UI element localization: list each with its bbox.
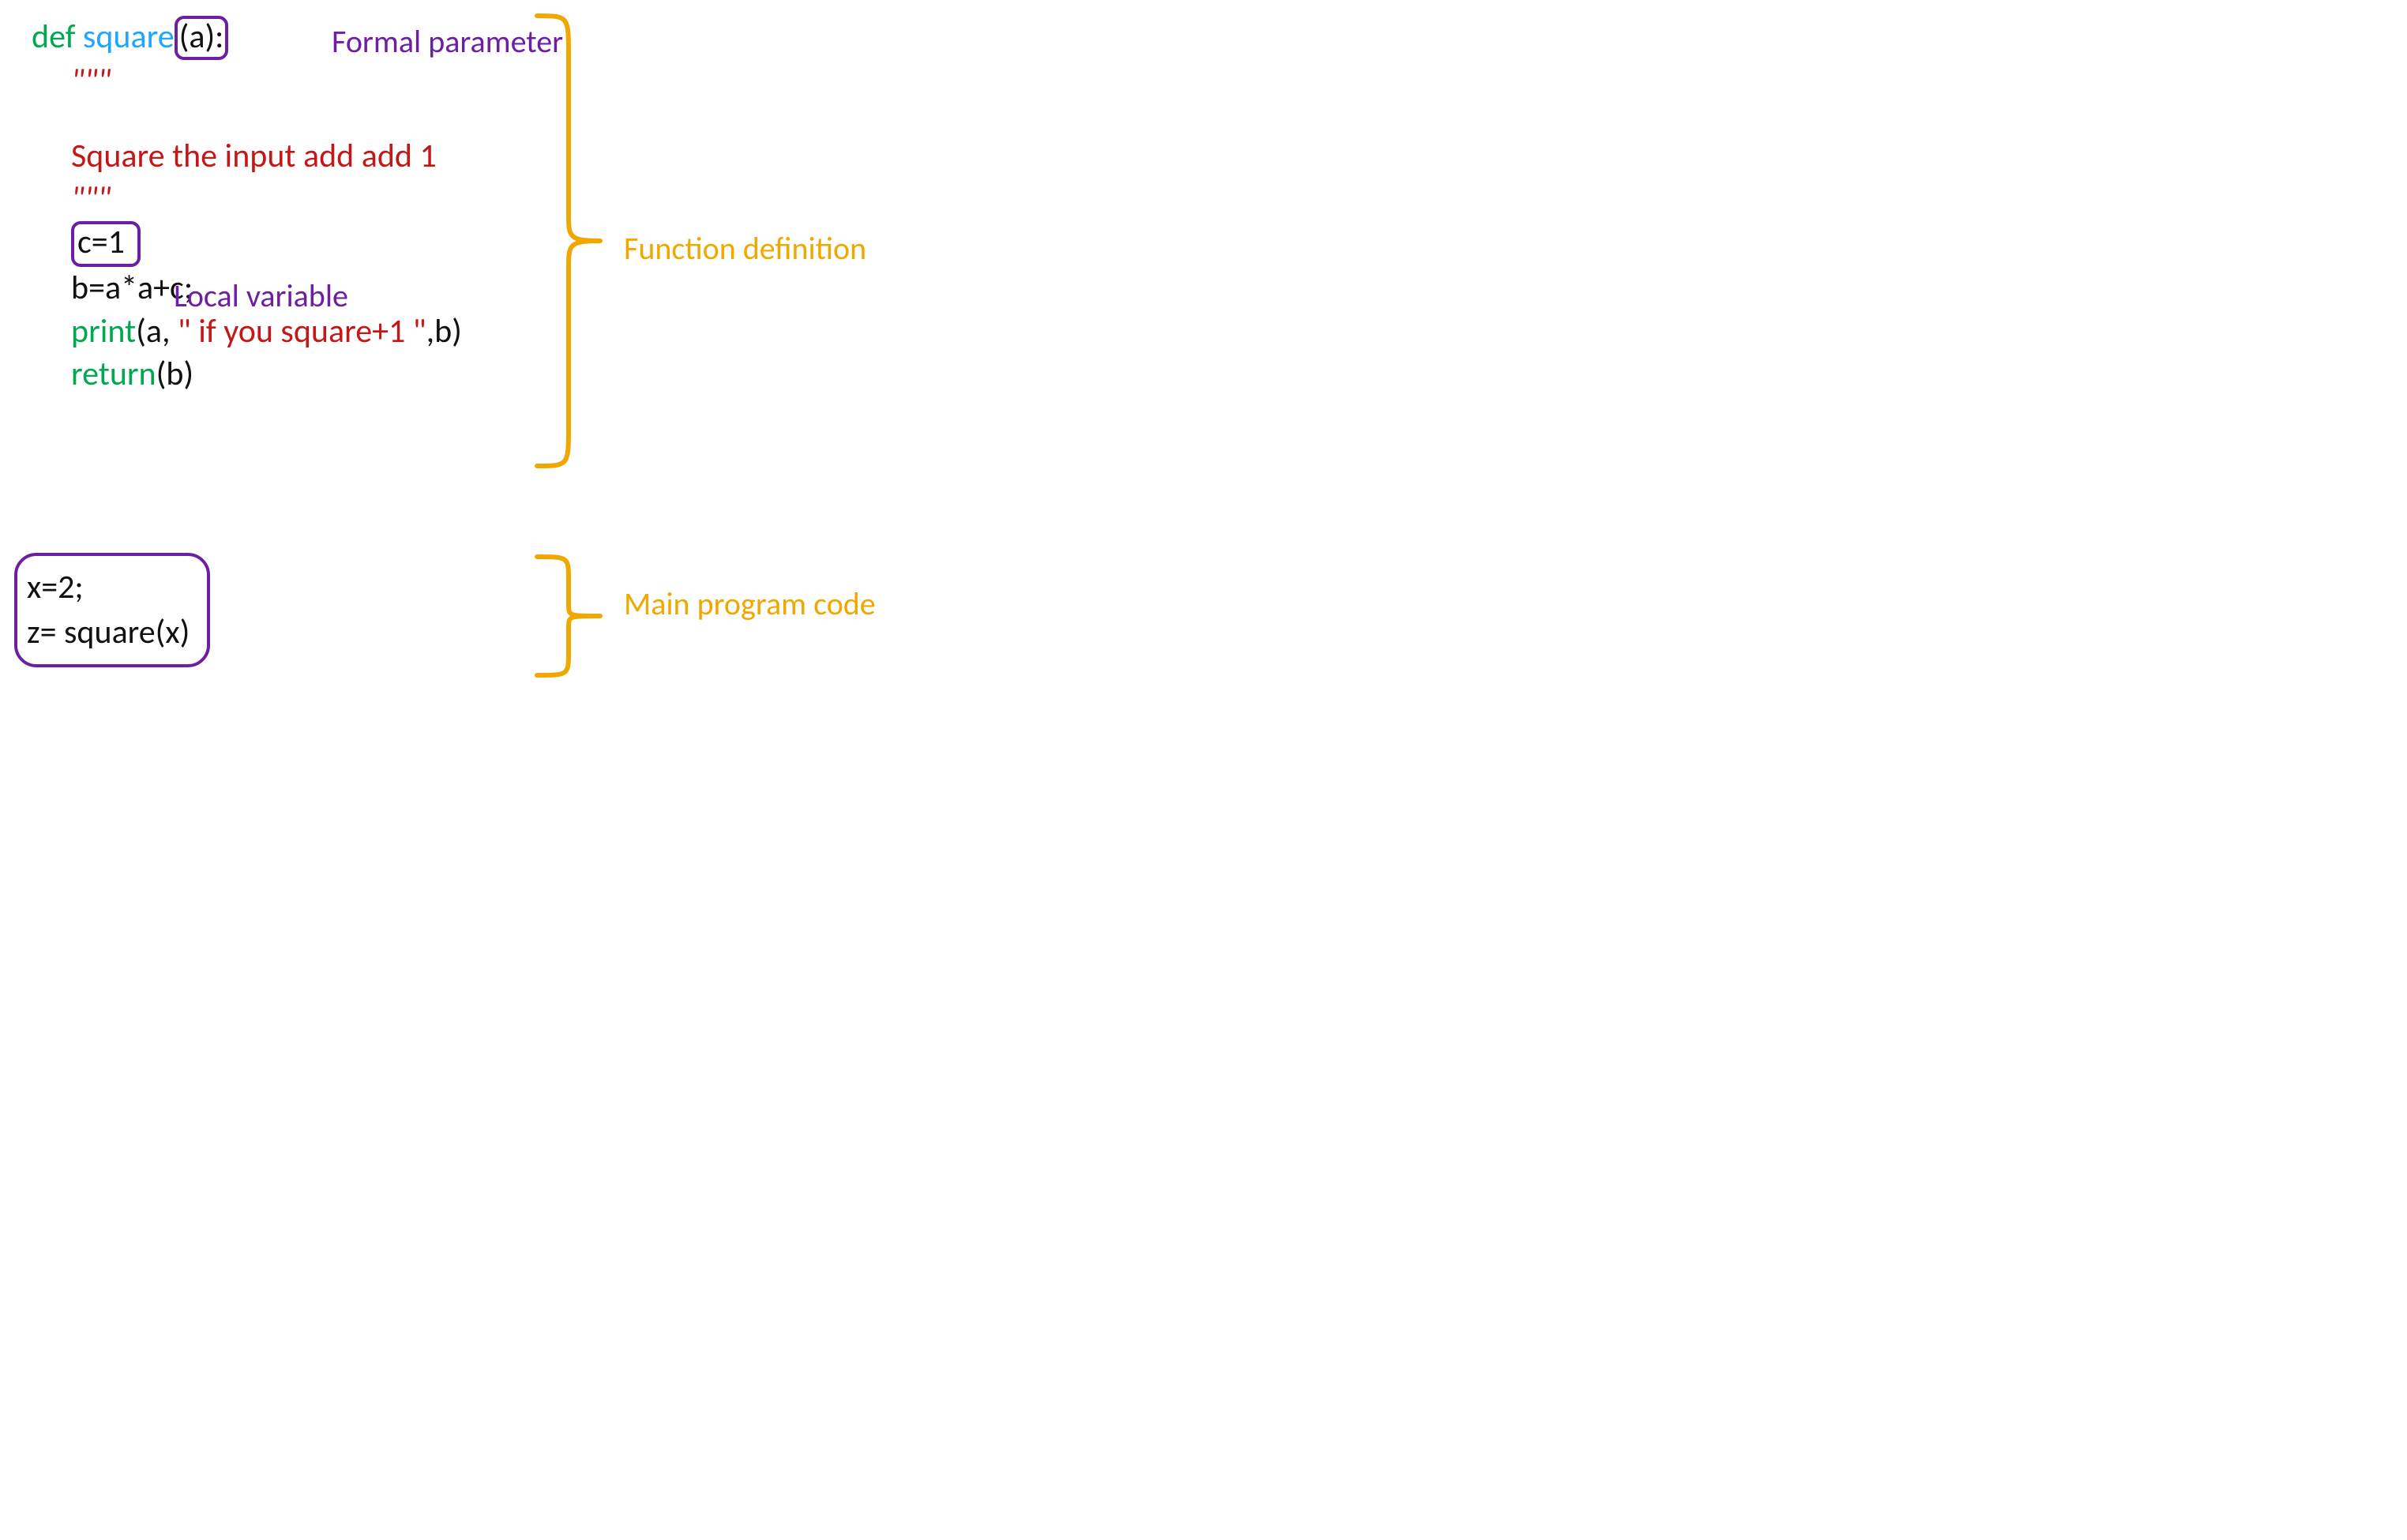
- keyword-def: def: [32, 17, 83, 57]
- local-var-box: c=1: [71, 221, 141, 267]
- return-arg: (b): [156, 354, 194, 394]
- annotation-local-variable: Local variable: [174, 276, 348, 315]
- docstring-open: """: [32, 60, 462, 103]
- main-code-box: x=2; z= square(x): [14, 553, 210, 667]
- docstring-close: """: [32, 178, 462, 221]
- print-string: " if you square+1 ": [178, 311, 426, 351]
- code-line-return: return(b): [32, 353, 462, 396]
- function-name: square: [83, 17, 175, 57]
- brace-main-code: [537, 549, 624, 683]
- code-line-print: print(a, " if you square+1 ",b): [32, 310, 462, 354]
- docstring-quote-close: """: [71, 178, 111, 219]
- keyword-return: return: [71, 354, 156, 394]
- code-line-c-assign: c=1: [32, 221, 462, 267]
- label-main-program-code: Main program code: [624, 584, 876, 623]
- keyword-print: print: [71, 311, 136, 351]
- label-function-definition: Function definition: [624, 229, 866, 268]
- annotation-formal-parameter: Formal parameter: [332, 22, 563, 61]
- print-args-open: (a,: [136, 311, 178, 351]
- main-line-x: x=2;: [27, 565, 190, 610]
- param-box-a: (a):: [175, 16, 229, 60]
- docstring-quote-open: """: [71, 61, 111, 101]
- docstring-body: Square the input add add 1: [32, 135, 462, 178]
- code-block: def square(a): """ Square the input add …: [32, 16, 462, 396]
- brace-function-definition: [537, 8, 624, 474]
- print-args-close: ,b): [426, 311, 462, 351]
- docstring-text: Square the input add add 1: [71, 136, 437, 176]
- main-line-z: z= square(x): [27, 610, 190, 655]
